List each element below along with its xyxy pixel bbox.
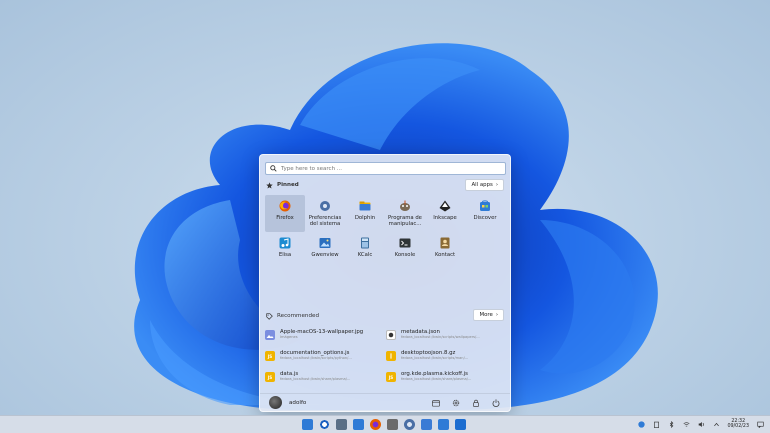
taskbar: 22:32 09/02/23 [0,415,770,433]
json-file-icon [386,330,396,340]
app-label: Gwenview [311,252,339,258]
app-label: Kontact [434,252,456,258]
app-label: Dolphin [354,215,376,221]
contacts-icon [440,237,450,249]
music-icon [279,237,291,249]
clipboard-icon[interactable] [652,420,660,428]
star-icon [265,181,273,189]
pinned-app-inkscape[interactable]: Inkscape [425,195,465,232]
more-button[interactable]: More › [473,309,504,321]
app-label: Discover [473,215,497,221]
pinned-app-system-settings[interactable]: Preferencias del sistema [305,195,345,232]
firefox-icon[interactable] [370,419,381,430]
more-label: More [479,312,493,318]
recommended-title: Recommended [277,313,320,319]
all-apps-label: All apps [471,182,493,188]
inkscape-icon [439,200,451,212]
search-bar[interactable] [265,162,506,175]
app-label: Preferencias del sistema [308,215,342,228]
app-label: Firefox [276,215,294,221]
tag-icon [265,312,273,320]
pinned-app-kontact[interactable]: Kontact [425,232,465,269]
session-actions [431,398,500,407]
date: 09/02/23 [727,424,749,429]
recommended-item[interactable]: metadata.json fedora_localhost:/kwin/scr… [386,326,507,347]
pinned-app-firefox[interactable]: Firefox [265,195,305,232]
network-icon[interactable] [682,420,690,428]
pinned-header: Pinned [265,181,299,189]
power-icon[interactable] [491,398,500,407]
js-file-icon: JS [265,351,275,361]
app-label: Programa de manipulac... [388,215,422,228]
gimp-icon[interactable] [387,419,398,430]
app-label: Elisa [278,252,292,258]
all-apps-button[interactable]: All apps › [465,179,504,191]
js-file-icon: JS [386,372,396,382]
files-icon[interactable] [431,398,440,407]
clock[interactable]: 22:32 09/02/23 [727,419,749,429]
recommended-header: Recommended [265,312,319,320]
recommended-list: Apple-macOS-13-wallpaper.jpg Imágenes me… [265,326,507,389]
chevron-up-icon[interactable] [712,420,720,428]
chevron-right-icon: › [495,312,498,318]
image-file-icon [265,330,275,340]
search-icon[interactable] [319,419,330,430]
bluetooth-icon[interactable] [667,420,675,428]
file-path: fedora_localhost:/kwin/scripts/python/..… [280,356,352,360]
recommended-item[interactable]: Apple-macOS-13-wallpaper.jpg Imágenes [265,326,386,347]
recommended-item[interactable]: JS data.js fedora_localhost:/kwin/share/… [265,368,386,389]
folder-icon [359,201,371,211]
terminal-icon [399,238,411,248]
search-icon [270,165,277,172]
notifications-icon[interactable] [756,420,764,428]
js-file-icon: JS [265,372,275,382]
pinned-app-elisa[interactable]: Elisa [265,232,305,269]
app-label: Inkscape [433,215,457,221]
discover-icon [480,200,490,211]
pinned-title: Pinned [277,182,299,188]
pinned-app-discover[interactable]: Discover [465,195,505,232]
image-viewer-icon [319,238,331,248]
settings-icon [320,201,330,211]
username: adolfo [289,399,307,406]
search-input[interactable] [281,165,491,172]
recommended-item[interactable]: JS org.kde.plasma.kickoff.js fedora_loca… [386,368,507,389]
app-label: KCalc [357,252,373,258]
settings-icon[interactable] [404,419,415,430]
archive-file-icon [386,351,396,361]
taskbar-apps [302,419,466,430]
settings-icon[interactable] [336,419,347,430]
application-launcher: Pinned All apps › Firefox Preferencias d… [259,154,511,412]
pinned-app-gimp[interactable]: Programa de manipulac... [385,195,425,232]
pinned-app-gwenview[interactable]: Gwenview [305,232,345,269]
gear-icon[interactable] [451,398,460,407]
firefox-icon [279,200,291,212]
gimp-icon [400,200,410,211]
volume-icon[interactable] [697,420,705,428]
app-label: Konsole [394,252,416,258]
pinned-apps-grid: Firefox Preferencias del sistema Dolphin… [265,195,507,269]
folder-icon[interactable] [421,419,432,430]
lock-icon[interactable] [471,398,480,407]
chevron-right-icon: › [495,182,498,188]
launcher-footer: adolfo [260,393,510,411]
file-path: Imágenes [280,335,298,339]
updates-icon[interactable] [637,420,645,428]
mail-icon[interactable] [455,419,466,430]
system-tray: 22:32 09/02/23 [637,419,764,429]
start-icon[interactable] [302,419,313,430]
recommended-item[interactable]: JS documentation_options.js fedora_local… [265,347,386,368]
file-path: fedora_localhost:/kwin/share/plasma/... [401,377,472,381]
store-icon[interactable] [353,419,364,430]
file-path: fedora_localhost:/kwin/share/plasma/... [280,377,351,381]
pinned-app-konsole[interactable]: Konsole [385,232,425,269]
pinned-app-kcalc[interactable]: KCalc [345,232,385,269]
avatar[interactable] [269,396,282,409]
calculator-icon [361,237,369,249]
pinned-app-dolphin[interactable]: Dolphin [345,195,385,232]
recommended-item[interactable]: desktoptoojson.8.gz fedora_localhost:/kw… [386,347,507,368]
store-icon[interactable] [438,419,449,430]
file-path: fedora_localhost:/kwin/scripts/man/... [401,356,469,360]
file-path: fedora_localhost:/kwin/scripts/wallpaper… [401,335,480,339]
